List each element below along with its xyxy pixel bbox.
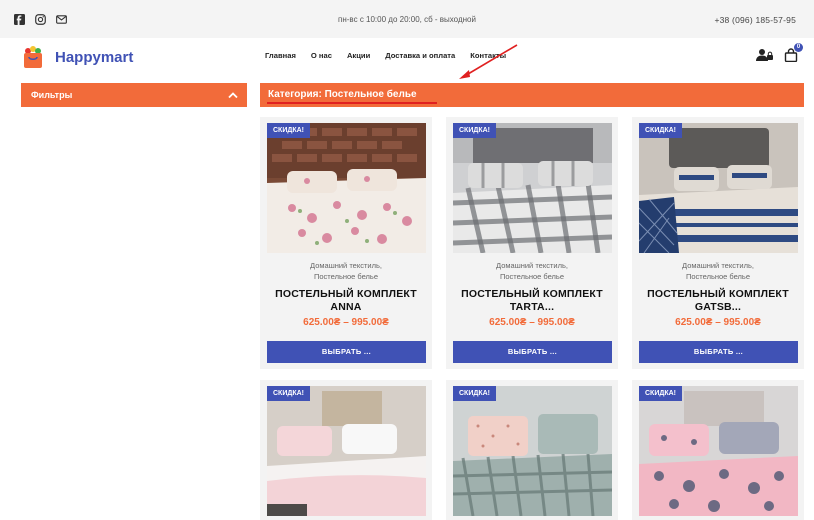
- product-card[interactable]: СКИДКА! Домашний текстиль, Постельное бел…: [260, 117, 432, 369]
- nav-home[interactable]: Главная: [265, 51, 296, 60]
- logo[interactable]: Happymart: [21, 45, 133, 69]
- annotation-underline: [267, 102, 437, 104]
- product-title-line: ПОСТЕЛЬНЫЙ КОМПЛЕКТ: [275, 288, 417, 300]
- account-icon[interactable]: [756, 48, 774, 62]
- category-link[interactable]: Постельное белье: [686, 272, 750, 281]
- category-link[interactable]: Постельное белье: [500, 272, 564, 281]
- product-image[interactable]: СКИДКА!: [267, 123, 426, 253]
- discount-badge: СКИДКА!: [267, 123, 311, 138]
- nav-promotions[interactable]: Акции: [347, 51, 370, 60]
- nav-about[interactable]: О нас: [311, 51, 332, 60]
- category-link[interactable]: Домашний текстиль,: [310, 261, 382, 270]
- product-title-line: TARTA...: [509, 301, 555, 313]
- cart-button[interactable]: 0: [784, 43, 803, 63]
- annotation-arrow-icon: [459, 44, 518, 79]
- product-category: Домашний текстиль, Постельное белье: [260, 260, 432, 282]
- select-options-button[interactable]: ВЫБРАТЬ ...: [453, 341, 612, 363]
- product-title[interactable]: ПОСТЕЛЬНЫЙ КОМПЛЕКТ GATSB...: [632, 288, 804, 314]
- discount-badge: СКИДКА!: [267, 386, 311, 401]
- product-title[interactable]: ПОСТЕЛЬНЫЙ КОМПЛЕКТ TARTA...: [446, 288, 618, 314]
- nav-delivery[interactable]: Доставка и оплата: [385, 51, 455, 60]
- working-hours: пн-вс с 10:00 до 20:00, сб - выходной: [338, 15, 476, 24]
- product-title-line: ПОСТЕЛЬНЫЙ КОМПЛЕКТ: [647, 288, 789, 300]
- chevron-up-icon: [228, 92, 238, 99]
- filters-label: Фильтры: [31, 90, 73, 100]
- product-image[interactable]: СКИДКА!: [453, 386, 612, 516]
- product-title-line: ПОСТЕЛЬНЫЙ КОМПЛЕКТ: [461, 288, 603, 300]
- product-price: 625.00₴ – 995.00₴: [489, 317, 575, 328]
- select-options-button[interactable]: ВЫБРАТЬ ...: [267, 341, 426, 363]
- product-title-line: GATSB...: [694, 301, 742, 313]
- category-link[interactable]: Постельное белье: [314, 272, 378, 281]
- header-icons: 0: [756, 43, 803, 63]
- product-card[interactable]: СКИДКА!: [632, 380, 804, 520]
- discount-badge: СКИДКА!: [639, 123, 683, 138]
- product-card[interactable]: СКИДКА! Домашний текстиль, Постельное бел…: [632, 117, 804, 369]
- product-image[interactable]: СКИДКА!: [453, 123, 612, 253]
- product-card[interactable]: СКИДКА!: [446, 380, 618, 520]
- category-header: Категория: Постельное белье: [260, 83, 804, 107]
- discount-badge: СКИДКА!: [639, 386, 683, 401]
- product-image[interactable]: СКИДКА!: [639, 386, 798, 516]
- product-image[interactable]: СКИДКА!: [639, 123, 798, 253]
- product-price: 625.00₴ – 995.00₴: [675, 317, 761, 328]
- discount-badge: СКИДКА!: [453, 123, 497, 138]
- product-card[interactable]: СКИДКА! Домашний текстиль, Постельное бел…: [446, 117, 618, 369]
- product-title[interactable]: ПОСТЕЛЬНЫЙ КОМПЛЕКТ ANNA: [260, 288, 432, 314]
- product-category: Домашний текстиль, Постельное белье: [446, 260, 618, 282]
- product-title-line: ANNA: [330, 301, 362, 313]
- category-link[interactable]: Домашний текстиль,: [496, 261, 568, 270]
- top-info-bar: пн-вс с 10:00 до 20:00, сб - выходной +3…: [0, 0, 814, 38]
- product-image[interactable]: СКИДКА!: [267, 386, 426, 516]
- logo-text: Happymart: [55, 48, 134, 66]
- filters-toggle[interactable]: Фильтры: [21, 83, 247, 107]
- product-category: Домашний текстиль, Постельное белье: [632, 260, 804, 282]
- category-link[interactable]: Домашний текстиль,: [682, 261, 754, 270]
- discount-badge: СКИДКА!: [453, 386, 497, 401]
- product-price: 625.00₴ – 995.00₴: [303, 317, 389, 328]
- select-options-button[interactable]: ВЫБРАТЬ ...: [639, 341, 798, 363]
- site-header: Happymart Главная О нас Акции Доставка и…: [0, 38, 814, 78]
- phone-number[interactable]: +38 (096) 185-57-95: [714, 15, 796, 25]
- shopping-bag-logo-icon: [21, 45, 45, 69]
- cart-count-badge: 0: [794, 43, 803, 52]
- product-card[interactable]: СКИДКА!: [260, 380, 432, 520]
- category-title: Категория: Постельное белье: [268, 89, 417, 100]
